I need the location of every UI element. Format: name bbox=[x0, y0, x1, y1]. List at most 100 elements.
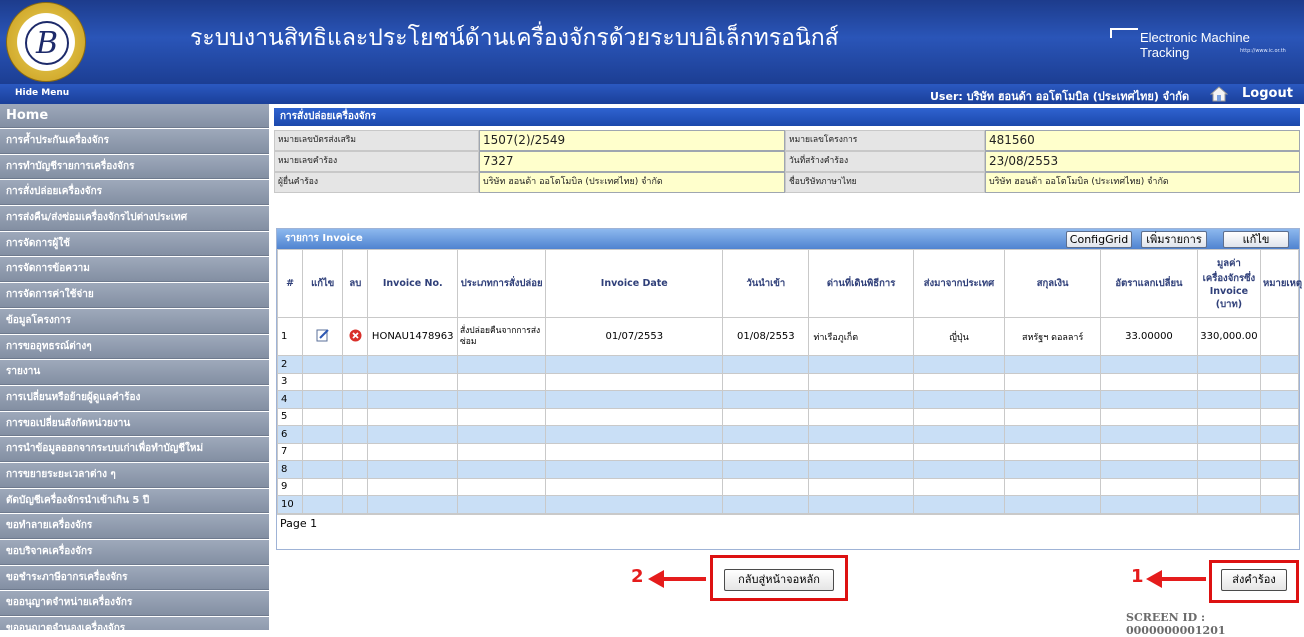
table-cell bbox=[722, 407, 810, 426]
table-cell bbox=[808, 407, 914, 426]
request-no-field[interactable]: 7327 bbox=[479, 151, 785, 172]
table-cell bbox=[1196, 390, 1262, 409]
screen-id-label: SCREEN ID : 0000000001201 bbox=[1126, 611, 1226, 637]
company-th-field[interactable]: บริษัท ฮอนด้า ออโตโมบิล (ประเทศไทย) จำกั… bbox=[985, 172, 1300, 193]
table-row[interactable]: 9 bbox=[276, 477, 1299, 496]
sidebar-item-sell-machine[interactable]: ขออนุญาตจำหน่ายเครื่องจักร bbox=[0, 591, 269, 617]
pagination-label[interactable]: Page 1 bbox=[277, 513, 1299, 532]
table-cell bbox=[342, 477, 369, 496]
sidebar-item-machine-list[interactable]: การทำบัญชีรายการเครื่องจักร bbox=[0, 154, 269, 180]
col-header-edit[interactable]: แก้ไข bbox=[302, 249, 344, 318]
sidebar-item-appeals[interactable]: การขออุทธรณ์ต่างๆ bbox=[0, 334, 269, 360]
home-icon[interactable] bbox=[1210, 85, 1228, 103]
currency-cell: สหรัฐฯ ดอลลาร์ bbox=[1004, 317, 1102, 356]
form-row: หมายเลขบัตรส่งเสริม 1507(2)/2549 หมายเลข… bbox=[274, 130, 1300, 151]
col-header-release-type[interactable]: ประเภทการสั่งปล่อย bbox=[456, 249, 547, 318]
submit-request-button[interactable]: ส่งคำร้อง bbox=[1221, 569, 1287, 591]
edit-button[interactable]: แก้ไข bbox=[1223, 231, 1289, 248]
project-no-field[interactable]: 481560 bbox=[985, 130, 1300, 151]
col-header-machine-value[interactable]: มูลค่าเครื่องจักรซึ่ง Invoice (บาท) bbox=[1196, 249, 1262, 318]
col-header-currency[interactable]: สกุลเงิน bbox=[1004, 249, 1102, 318]
sidebar-item-donate-machine[interactable]: ขอบริจาคเครื่องจักร bbox=[0, 540, 269, 565]
table-cell bbox=[545, 460, 724, 479]
table-row[interactable]: 1 HONAU1478963 สั่งปล่อยคืนจากการส่งซ่อม… bbox=[276, 317, 1299, 356]
col-header-exchange-rate[interactable]: อัตราแลกเปลี่ยน bbox=[1100, 249, 1198, 318]
hide-menu-link[interactable]: Hide Menu bbox=[15, 88, 69, 98]
table-cell bbox=[1100, 495, 1198, 514]
table-row[interactable]: 2 bbox=[276, 355, 1299, 374]
table-cell bbox=[1260, 460, 1299, 479]
sidebar-item-expense-management[interactable]: การจัดการค่าใช้จ่าย bbox=[0, 283, 269, 308]
col-header-origin-country[interactable]: ส่งมาจากประเทศ bbox=[912, 249, 1006, 318]
table-cell bbox=[1004, 390, 1102, 409]
sidebar-item-project-info[interactable]: ข้อมูลโครงการ bbox=[0, 308, 269, 334]
config-grid-button[interactable]: ConfigGrid bbox=[1066, 231, 1132, 248]
add-item-button[interactable]: เพิ่มรายการ bbox=[1141, 231, 1207, 248]
sidebar-item-return-repair[interactable]: การส่งคืน/ส่งซ่อมเครื่องจักรไปต่างประเทศ bbox=[0, 206, 269, 231]
table-cell bbox=[808, 477, 914, 496]
col-header-import-date[interactable]: วันนำเข้า bbox=[722, 249, 810, 318]
col-header-remark[interactable]: หมายเหตุ bbox=[1260, 249, 1302, 318]
table-row[interactable]: 6 bbox=[276, 425, 1299, 444]
row-index: 9 bbox=[276, 477, 304, 496]
table-cell bbox=[1260, 495, 1299, 514]
table-row[interactable]: 4 bbox=[276, 390, 1299, 409]
table-cell bbox=[912, 390, 1006, 409]
row-index: 7 bbox=[276, 442, 304, 461]
sidebar-item-extend-period[interactable]: การขยายระยะเวลาต่าง ๆ bbox=[0, 462, 269, 488]
sidebar-item-change-unit[interactable]: การขอเปลี่ยนสังกัดหน่วยงาน bbox=[0, 411, 269, 437]
delete-cell[interactable] bbox=[342, 317, 369, 356]
table-cell bbox=[342, 372, 369, 391]
sidebar-item-message-management[interactable]: การจัดการข้อความ bbox=[0, 257, 269, 283]
created-date-field[interactable]: 23/08/2553 bbox=[985, 151, 1300, 172]
table-row[interactable]: 5 bbox=[276, 407, 1299, 426]
col-header-invoice-no[interactable]: Invoice No. bbox=[367, 249, 458, 318]
table-row[interactable]: 7 bbox=[276, 442, 1299, 461]
swoosh-icon bbox=[1110, 28, 1138, 38]
sidebar-item-destroy-machine[interactable]: ขอทำลายเครื่องจักร bbox=[0, 514, 269, 539]
user-label: User: บริษัท ฮอนด้า ออโตโมบิล (ประเทศไทย… bbox=[930, 90, 1190, 103]
table-cell bbox=[456, 372, 547, 391]
col-header-customs-port[interactable]: ด่านที่เดินพิธีการ bbox=[808, 249, 914, 318]
table-cell bbox=[367, 477, 458, 496]
table-cell bbox=[722, 460, 810, 479]
table-cell bbox=[367, 460, 458, 479]
sidebar-item-guarantee[interactable]: การค้ำประกันเครื่องจักร bbox=[0, 129, 269, 154]
annotation-2-label: 2 bbox=[631, 566, 644, 587]
logout-link[interactable]: Logout bbox=[1242, 86, 1293, 101]
edit-icon[interactable] bbox=[316, 328, 330, 342]
sidebar-item-export-legacy[interactable]: การนำข้อมูลออกจากระบบเก่าเพื่อทำบัญชีใหม… bbox=[0, 437, 269, 462]
table-cell bbox=[912, 442, 1006, 461]
sidebar-item-home[interactable]: Home bbox=[0, 104, 269, 128]
table-cell bbox=[342, 495, 369, 514]
back-home-button[interactable]: กลับสู่หน้าจอหลัก bbox=[724, 569, 834, 591]
col-header-delete[interactable]: ลบ bbox=[342, 249, 369, 318]
col-header-invoice-date[interactable]: Invoice Date bbox=[545, 249, 724, 318]
sidebar-item-release-order[interactable]: การสั่งปล่อยเครื่องจักร bbox=[0, 180, 269, 206]
sidebar-item-cut-account[interactable]: ตัดบัญชีเครื่องจักรนำเข้าเกิน 5 ปี bbox=[0, 488, 269, 514]
promo-cert-field[interactable]: 1507(2)/2549 bbox=[479, 130, 785, 151]
sidebar-item-change-admin[interactable]: การเปลี่ยนหรือย้ายผู้ดูแลคำร้อง bbox=[0, 385, 269, 411]
col-header-index[interactable]: # bbox=[276, 249, 304, 318]
delete-icon[interactable] bbox=[349, 329, 362, 342]
release-type-cell: สั่งปล่อยคืนจากการส่งซ่อม bbox=[456, 317, 547, 356]
table-row[interactable]: 10 bbox=[276, 495, 1299, 514]
table-cell bbox=[1196, 425, 1262, 444]
table-cell bbox=[456, 477, 547, 496]
sidebar-item-user-management[interactable]: การจัดการผู้ใช้ bbox=[0, 231, 269, 257]
table-row[interactable]: 8 bbox=[276, 460, 1299, 479]
app-header: B ระบบงานสิทธิและประโยชน์ด้านเครื่องจักร… bbox=[0, 0, 1304, 84]
table-cell bbox=[1196, 407, 1262, 426]
table-cell bbox=[1196, 442, 1262, 461]
edit-cell[interactable] bbox=[302, 317, 344, 356]
table-row[interactable]: 3 bbox=[276, 372, 1299, 391]
sidebar-item-pay-tax[interactable]: ขอชำระภาษีอากรเครื่องจักร bbox=[0, 565, 269, 591]
table-header-row: # แก้ไข ลบ Invoice No. ประเภทการสั่งปล่อ… bbox=[276, 249, 1302, 318]
sidebar-item-mortgage-machine[interactable]: ขออนุญาตจำนองเครื่องจักร bbox=[0, 617, 269, 630]
table-cell bbox=[545, 390, 724, 409]
table-cell bbox=[367, 372, 458, 391]
sidebar-item-reports[interactable]: รายงาน bbox=[0, 360, 269, 385]
requester-field[interactable]: บริษัท ฮอนด้า ออโตโมบิล (ประเทศไทย) จำกั… bbox=[479, 172, 785, 193]
table-cell bbox=[808, 442, 914, 461]
table-cell bbox=[1196, 372, 1262, 391]
